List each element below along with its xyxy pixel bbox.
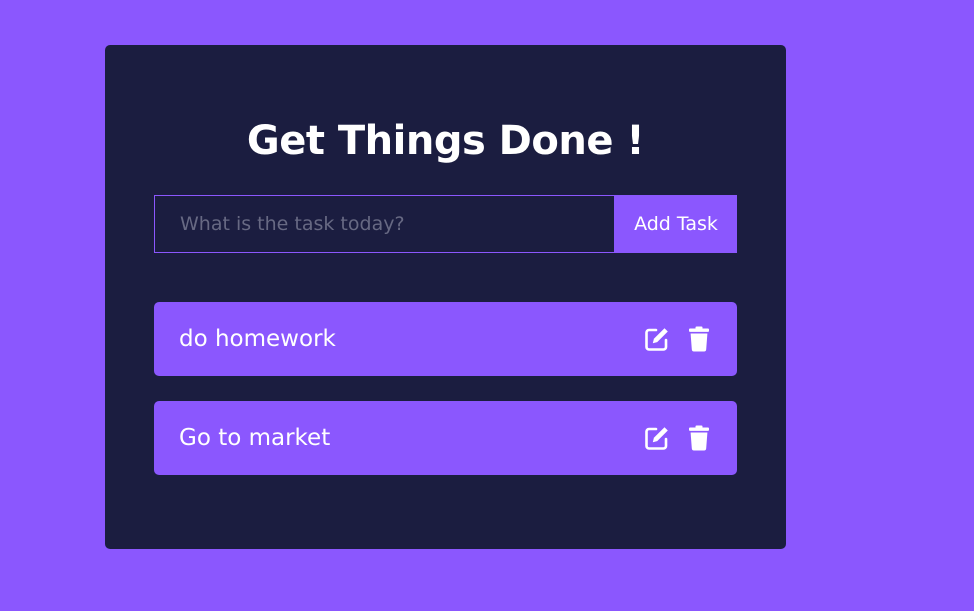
add-task-button[interactable]: Add Task — [615, 195, 737, 253]
trash-icon[interactable] — [685, 424, 713, 452]
todo-text: Go to market — [179, 425, 331, 451]
todo-item: do homework — [154, 302, 737, 376]
todo-text: do homework — [179, 326, 336, 352]
trash-icon[interactable] — [685, 325, 713, 353]
edit-icon[interactable] — [643, 325, 671, 353]
todo-card: Get Things Done ! Add Task do homework — [105, 45, 786, 549]
task-input[interactable] — [154, 195, 615, 253]
todo-item: Go to market — [154, 401, 737, 475]
todo-list: do homework Go to market — [154, 302, 737, 500]
edit-icon[interactable] — [643, 424, 671, 452]
add-task-form: Add Task — [154, 195, 737, 253]
page-title: Get Things Done ! — [246, 118, 645, 164]
todo-actions — [643, 325, 713, 353]
todo-actions — [643, 424, 713, 452]
